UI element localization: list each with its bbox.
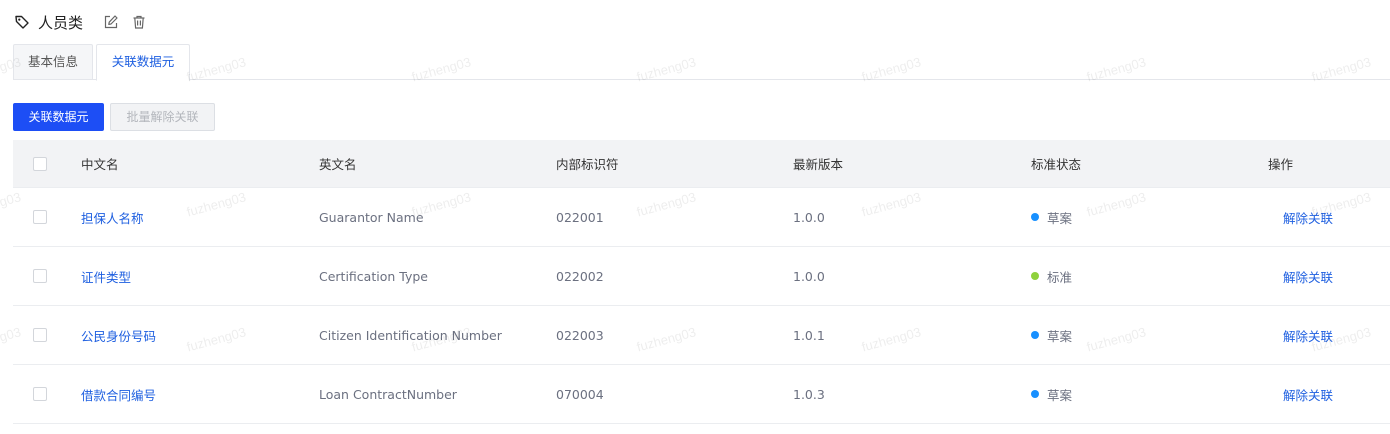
en-name: Guarantor Name	[319, 209, 424, 225]
column-header-actions: 操作	[1268, 157, 1294, 172]
status-dot	[1031, 390, 1039, 398]
tab-bar: 基本信息 关联数据元	[13, 44, 1390, 81]
cn-name-link[interactable]: 公民身份号码	[81, 306, 156, 364]
row-select-cell	[33, 188, 47, 246]
select-all-checkbox[interactable]	[33, 156, 47, 171]
row-checkbox[interactable]	[33, 328, 47, 342]
cn-name-link[interactable]: 借款合同编号	[81, 365, 156, 423]
data-element-table: 中文名 英文名 内部标识符 最新版本 标准状态 操作 担保人名称 Guarant…	[13, 140, 1390, 424]
tab-linked-data-elements[interactable]: 关联数据元	[96, 44, 190, 81]
column-header-version: 最新版本	[793, 157, 844, 172]
en-name: Citizen Identification Number	[319, 327, 502, 343]
version: 1.0.3	[793, 386, 825, 402]
tag-icon	[15, 15, 29, 29]
status-label: 草案	[1047, 210, 1073, 226]
unlink-button[interactable]: 解除关联	[1283, 188, 1333, 246]
status-dot	[1031, 213, 1039, 221]
edit-icon[interactable]	[103, 14, 119, 30]
status-dot	[1031, 272, 1039, 280]
cn-name-link[interactable]: 证件类型	[81, 247, 131, 305]
row-checkbox[interactable]	[33, 387, 47, 401]
table-row: 担保人名称 Guarantor Name 022001 1.0.0 草案 解除关…	[13, 188, 1390, 247]
column-header-cn-name: 中文名	[81, 157, 119, 172]
unlink-button[interactable]: 解除关联	[1283, 306, 1333, 364]
row-select-cell	[33, 306, 47, 364]
column-header-identifier: 内部标识符	[556, 157, 619, 172]
status-label: 草案	[1047, 387, 1073, 403]
select-all-cell	[33, 140, 47, 187]
tab-basic-info[interactable]: 基本信息	[13, 44, 93, 80]
table-row: 证件类型 Certification Type 022002 1.0.0 标准 …	[13, 247, 1390, 306]
row-checkbox[interactable]	[33, 210, 47, 224]
status-label: 标准	[1047, 269, 1073, 285]
column-header-en-name: 英文名	[319, 157, 357, 172]
unlink-button[interactable]: 解除关联	[1283, 247, 1333, 305]
status-label: 草案	[1047, 328, 1073, 344]
page-title: 人员类	[38, 13, 84, 32]
identifier: 070004	[556, 386, 604, 402]
status: 草案	[1031, 306, 1072, 364]
identifier: 022003	[556, 327, 604, 343]
en-name: Loan ContractNumber	[319, 386, 457, 402]
row-select-cell	[33, 365, 47, 423]
table-row: 借款合同编号 Loan ContractNumber 070004 1.0.3 …	[13, 365, 1390, 424]
row-select-cell	[33, 247, 47, 305]
status: 草案	[1031, 188, 1072, 246]
status: 草案	[1031, 365, 1072, 423]
table-header: 中文名 英文名 内部标识符 最新版本 标准状态 操作	[13, 140, 1390, 188]
row-checkbox[interactable]	[33, 269, 47, 283]
version: 1.0.0	[793, 268, 825, 284]
batch-unlink-button[interactable]: 批量解除关联	[110, 103, 215, 131]
cn-name-link[interactable]: 担保人名称	[81, 188, 144, 246]
column-header-status: 标准状态	[1031, 157, 1082, 172]
link-data-element-button[interactable]: 关联数据元	[13, 103, 104, 131]
unlink-button[interactable]: 解除关联	[1283, 365, 1333, 423]
version: 1.0.1	[793, 327, 825, 343]
table-row: 公民身份号码 Citizen Identification Number 022…	[13, 306, 1390, 365]
status-dot	[1031, 331, 1039, 339]
en-name: Certification Type	[319, 268, 428, 284]
identifier: 022002	[556, 268, 604, 284]
version: 1.0.0	[793, 209, 825, 225]
status: 标准	[1031, 247, 1072, 305]
page: 人员类 基本信息 关联数据元 关联数据元 批量解除关联 中文名 英文名 内部标识…	[0, 0, 1390, 434]
page-header: 人员类	[14, 10, 147, 34]
identifier: 022001	[556, 209, 604, 225]
delete-icon[interactable]	[131, 14, 147, 30]
